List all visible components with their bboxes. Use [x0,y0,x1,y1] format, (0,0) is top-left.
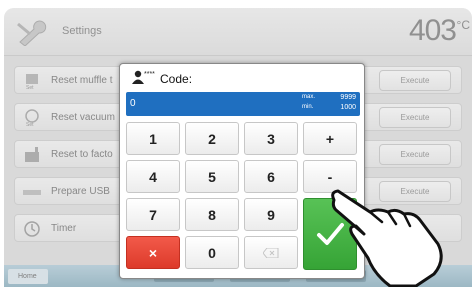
user-code-icon: **** [132,70,155,84]
key-6[interactable]: 6 [244,160,298,193]
page-title: Settings [62,25,102,37]
svg-text:Set: Set [26,85,34,90]
svg-text:****: **** [144,71,155,78]
usb-stick-icon [23,190,41,195]
key-8[interactable]: 8 [185,198,239,231]
code-entry-dialog: **** Code: 0 max. 9999 min. 1000 1 2 3 +… [119,63,365,279]
key-3[interactable]: 3 [244,122,298,155]
key-7[interactable]: 7 [126,198,180,231]
key-9[interactable]: 9 [244,198,298,231]
svg-text:Set: Set [26,122,34,127]
min-value: 1000 [340,104,356,111]
home-button[interactable]: Home [8,269,48,284]
key-1[interactable]: 1 [126,122,180,155]
row-label: Reset to facto [51,149,113,160]
key-0[interactable]: 0 [185,236,239,269]
key-2[interactable]: 2 [185,122,239,155]
backspace-icon [262,247,279,259]
code-display: 0 max. 9999 min. 1000 [126,92,360,116]
execute-button[interactable]: Execute [379,107,451,128]
wrench-icon [17,20,47,46]
row-label: Timer [51,223,77,234]
dialog-title: Code: [160,72,193,86]
factory-icon [25,147,39,162]
row-label: Reset muffle t [51,75,113,86]
row-label: Reset vacuum [51,112,115,123]
min-label: min. [302,104,314,110]
backspace-button[interactable] [244,236,298,269]
muffle-icon: Set [26,74,38,90]
header-bar: Settings 403 °C [4,8,472,56]
clock-icon [24,221,40,237]
execute-button[interactable]: Execute [379,144,451,165]
max-label: max. [302,94,316,100]
vacuum-gauge-icon: Set [25,109,39,127]
cancel-button[interactable]: × [126,236,180,269]
temperature-readout: 403 [408,14,457,47]
temperature-unit: °C [456,18,470,32]
code-value: 0 [130,98,136,109]
key-4[interactable]: 4 [126,160,180,193]
key-5[interactable]: 5 [185,160,239,193]
pointing-hand-icon [331,189,443,287]
max-value: 9999 [340,94,356,101]
row-label: Prepare USB [51,186,110,197]
execute-button[interactable]: Execute [379,70,451,91]
key-plus[interactable]: + [303,122,357,155]
